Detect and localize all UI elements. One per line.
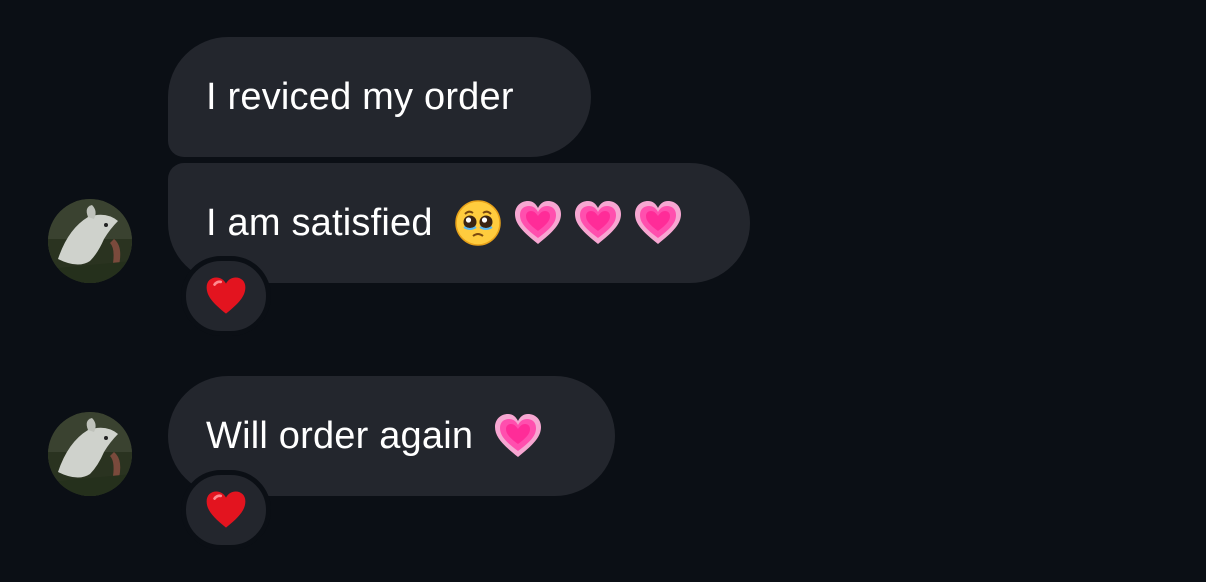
growing-heart-emoji-icon bbox=[493, 411, 543, 461]
sender-avatar[interactable] bbox=[48, 199, 132, 283]
pleading-face-emoji-icon bbox=[453, 198, 503, 248]
message-text: Will order again bbox=[206, 414, 474, 457]
message-bubble[interactable]: I reviced my order bbox=[168, 37, 591, 157]
growing-heart-emoji-icon bbox=[633, 198, 683, 248]
avatar-image bbox=[48, 412, 132, 496]
sender-avatar[interactable] bbox=[48, 412, 132, 496]
avatar-image bbox=[48, 199, 132, 283]
message-reaction[interactable] bbox=[181, 470, 271, 550]
red-heart-emoji-icon bbox=[204, 488, 248, 532]
message-text: I am satisfied bbox=[206, 201, 433, 244]
message-reaction[interactable] bbox=[181, 256, 271, 336]
growing-heart-emoji-icon bbox=[573, 198, 623, 248]
red-heart-emoji-icon bbox=[204, 274, 248, 318]
message-emojis bbox=[453, 198, 683, 248]
message-text: I reviced my order bbox=[206, 75, 514, 118]
growing-heart-emoji-icon bbox=[513, 198, 563, 248]
message-emojis bbox=[493, 411, 543, 461]
